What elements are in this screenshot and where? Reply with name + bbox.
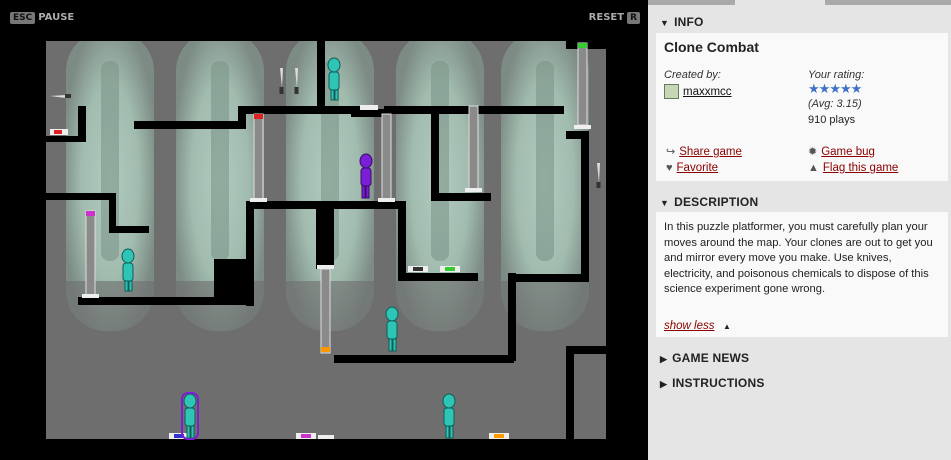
- star-icon[interactable]: ★: [851, 81, 863, 96]
- bug-icon: ✹: [808, 146, 818, 158]
- game-area[interactable]: ESC PAUSE RESET R: [0, 0, 648, 460]
- description-header[interactable]: ▼ DESCRIPTION: [660, 195, 758, 209]
- info-panel: Clone Combat Created by: maxxmcc Your ra…: [656, 33, 948, 181]
- triangle-right-icon: ▶: [660, 354, 668, 364]
- game-hud: ESC PAUSE RESET R: [0, 0, 648, 28]
- share-icon: ↪: [666, 146, 676, 158]
- description-panel: In this puzzle platformer, you must care…: [656, 212, 948, 337]
- info-header[interactable]: ▼ INFO: [660, 15, 704, 29]
- instructions-header[interactable]: ▶ INSTRUCTIONS: [660, 376, 765, 390]
- pause-control[interactable]: ESC PAUSE: [10, 7, 77, 26]
- triangle-right-icon: ▶: [660, 379, 668, 389]
- star-icon[interactable]: ★: [808, 81, 820, 96]
- created-by-label: Created by:: [664, 69, 721, 81]
- show-less-row[interactable]: show less ▲: [664, 316, 731, 334]
- heart-icon: ♥: [666, 162, 673, 174]
- star-icon[interactable]: ★: [840, 81, 852, 96]
- favorite-link[interactable]: Favorite: [677, 162, 719, 174]
- r-key: R: [627, 11, 640, 24]
- flag-link[interactable]: Flag this game: [823, 162, 898, 174]
- sidebar: ▼ INFO Clone Combat Created by: maxxmcc Y…: [648, 0, 951, 460]
- esc-key: ESC: [10, 11, 36, 24]
- triangle-down-icon: ▼: [660, 198, 670, 208]
- triangle-up-icon: ▲: [722, 322, 731, 331]
- average-rating: (Avg: 3.15): [808, 98, 862, 110]
- description-text: In this puzzle platformer, you must care…: [664, 221, 933, 295]
- game-stage[interactable]: [46, 41, 606, 446]
- triangle-down-icon: ▼: [660, 18, 670, 28]
- show-less-link[interactable]: show less: [664, 320, 715, 332]
- rating-label: Your rating:: [808, 69, 865, 81]
- favorite-row[interactable]: ♥ Favorite: [666, 158, 718, 176]
- flag-icon: ▲: [808, 162, 819, 174]
- share-link[interactable]: Share game: [679, 146, 742, 158]
- game-news-header[interactable]: ▶ GAME NEWS: [660, 351, 749, 365]
- reset-label[interactable]: RESET: [589, 12, 624, 23]
- play-count: 910 plays: [808, 114, 856, 126]
- star-rating[interactable]: ★★★★★: [808, 81, 863, 97]
- author-avatar-icon: [664, 84, 679, 99]
- star-icon[interactable]: ★: [819, 81, 831, 96]
- sidebar-tab-active[interactable]: [735, 0, 825, 5]
- game-title: Clone Combat: [664, 39, 759, 55]
- bug-link[interactable]: Game bug: [821, 146, 875, 158]
- pause-label[interactable]: PAUSE: [38, 12, 74, 23]
- author-link[interactable]: maxxmcc: [683, 86, 732, 98]
- star-icon[interactable]: ★: [829, 81, 841, 96]
- flag-row[interactable]: ▲ Flag this game: [808, 158, 898, 176]
- reset-control[interactable]: RESET R: [586, 7, 640, 26]
